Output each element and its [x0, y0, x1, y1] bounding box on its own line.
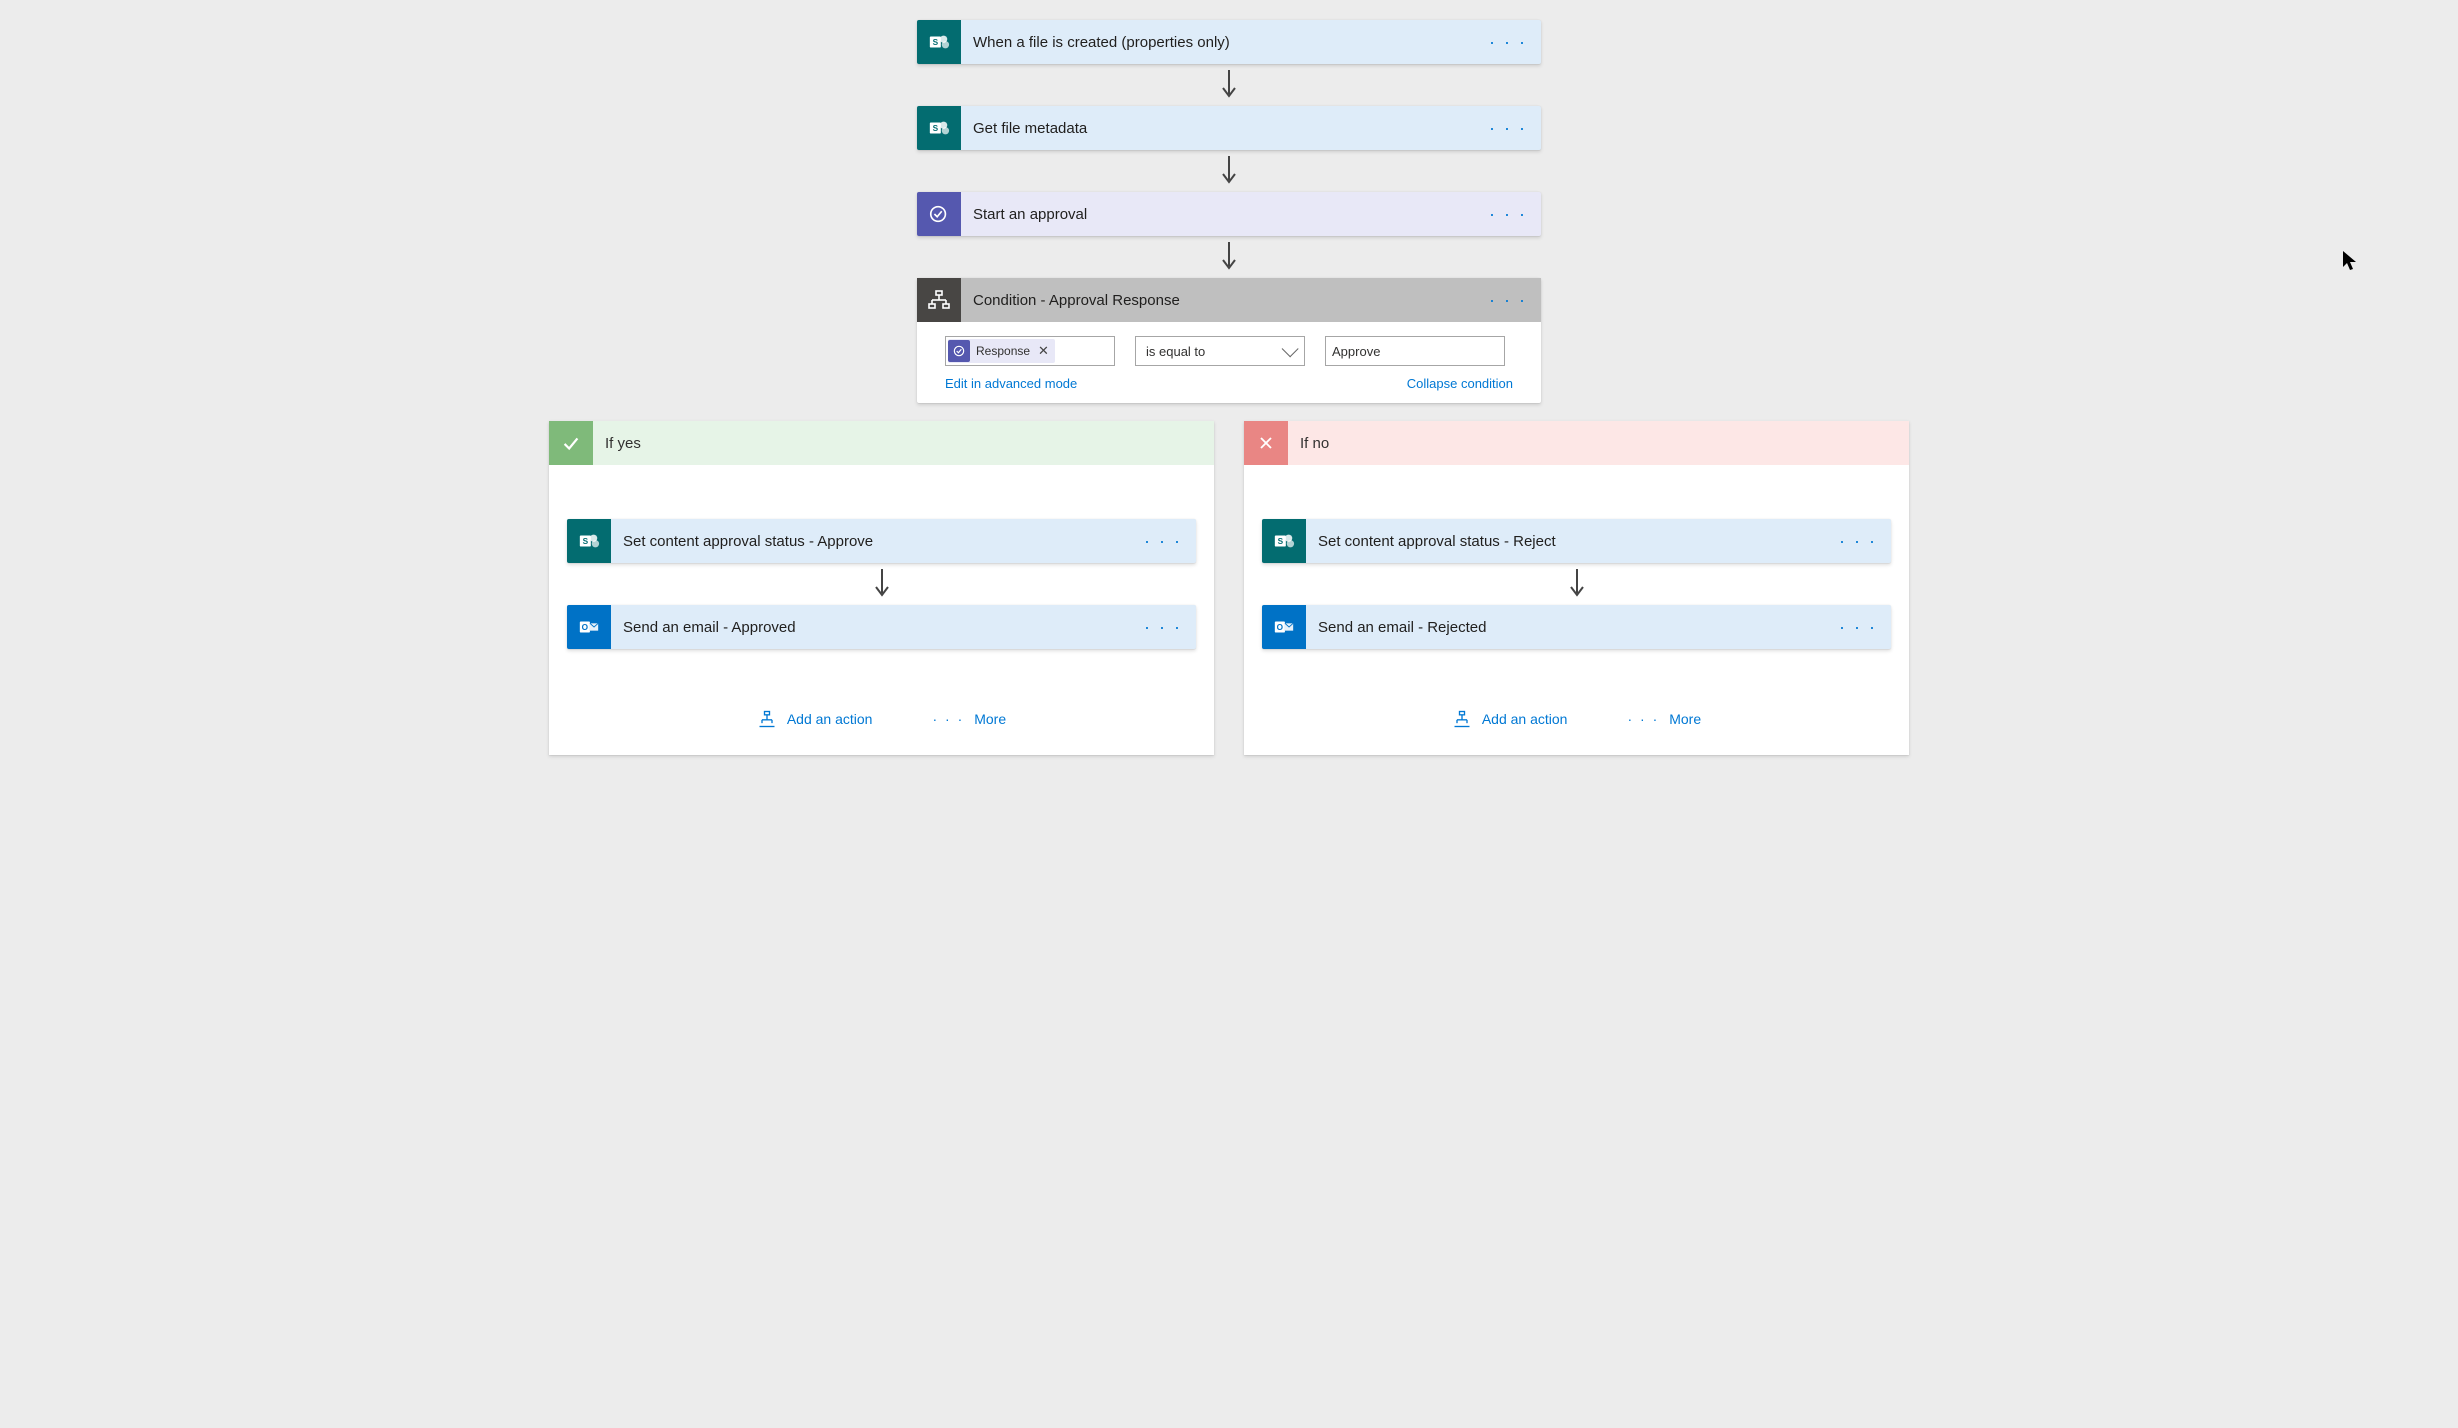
sharepoint-icon: S — [567, 519, 611, 563]
response-token[interactable]: Response ✕ — [948, 339, 1055, 363]
send-email-approved-label: Send an email - Approved — [611, 619, 1130, 636]
ellipsis-icon: · · · — [1627, 711, 1659, 727]
ellipsis-icon: · · · — [932, 711, 964, 727]
remove-token-icon[interactable]: ✕ — [1036, 343, 1049, 359]
branch-no-title: If no — [1288, 435, 1341, 452]
send-email-rejected-step[interactable]: O Send an email - Rejected · · · — [1262, 605, 1891, 649]
start-approval-step-label: Start an approval — [961, 206, 1475, 223]
get-metadata-step-label: Get file metadata — [961, 120, 1475, 137]
more-icon[interactable]: · · · — [1825, 617, 1891, 638]
more-actions-label: More — [1669, 711, 1701, 727]
set-approval-reject-step[interactable]: S Set content approval status - Reject ·… — [1262, 519, 1891, 563]
condition-step[interactable]: Condition - Approval Response · · · Resp… — [917, 278, 1541, 403]
set-approval-approve-step[interactable]: S Set content approval status - Approve … — [567, 519, 1196, 563]
branch-no: If no S Set content approval status - Re… — [1244, 421, 1909, 755]
svg-text:O: O — [1277, 623, 1284, 632]
more-icon[interactable]: · · · — [1130, 617, 1196, 638]
set-approval-reject-label: Set content approval status - Reject — [1306, 533, 1825, 550]
svg-text:O: O — [582, 623, 589, 632]
arrow-icon — [1219, 64, 1239, 106]
edit-advanced-link[interactable]: Edit in advanced mode — [945, 376, 1077, 391]
condition-value-text: Approve — [1332, 344, 1380, 359]
outlook-icon: O — [1262, 605, 1306, 649]
sharepoint-icon: S — [917, 106, 961, 150]
arrow-icon — [1219, 236, 1239, 278]
approval-icon — [917, 192, 961, 236]
condition-operator-select[interactable]: is equal to — [1135, 336, 1305, 366]
arrow-icon — [1567, 563, 1587, 605]
branch-yes-title: If yes — [593, 435, 653, 452]
flow-canvas: S When a file is created (properties onl… — [50, 20, 2408, 755]
send-email-approved-step[interactable]: O Send an email - Approved · · · — [567, 605, 1196, 649]
arrow-icon — [872, 563, 892, 605]
condition-header[interactable]: Condition - Approval Response · · · — [917, 278, 1541, 322]
branch-no-header: If no — [1244, 421, 1909, 465]
collapse-condition-link[interactable]: Collapse condition — [1407, 376, 1513, 391]
more-actions-button[interactable]: · · · More — [1627, 709, 1701, 729]
branch-yes: If yes S Set content approval status - A… — [549, 421, 1214, 755]
send-email-rejected-label: Send an email - Rejected — [1306, 619, 1825, 636]
more-icon[interactable]: · · · — [1475, 204, 1541, 225]
svg-text:S: S — [933, 38, 939, 47]
trigger-step[interactable]: S When a file is created (properties onl… — [917, 20, 1541, 64]
add-action-label: Add an action — [1482, 711, 1568, 727]
condition-left-operand[interactable]: Response ✕ — [945, 336, 1115, 366]
more-actions-button[interactable]: · · · More — [932, 709, 1006, 729]
condition-icon — [917, 278, 961, 322]
svg-text:S: S — [583, 537, 589, 546]
close-icon — [1244, 421, 1288, 465]
start-approval-step[interactable]: Start an approval · · · — [917, 192, 1541, 236]
more-icon[interactable]: · · · — [1475, 118, 1541, 139]
set-approval-approve-label: Set content approval status - Approve — [611, 533, 1130, 550]
add-action-button[interactable]: Add an action — [1452, 709, 1568, 729]
svg-text:S: S — [933, 124, 939, 133]
sharepoint-icon: S — [1262, 519, 1306, 563]
chevron-down-icon — [1282, 340, 1299, 357]
condition-body: Response ✕ is equal to Approve Edit in a… — [917, 322, 1541, 403]
more-icon[interactable]: · · · — [1825, 531, 1891, 552]
check-icon — [549, 421, 593, 465]
response-token-label: Response — [976, 344, 1030, 358]
branch-yes-header: If yes — [549, 421, 1214, 465]
condition-title: Condition - Approval Response — [961, 292, 1475, 309]
trigger-step-label: When a file is created (properties only) — [961, 34, 1475, 51]
more-actions-label: More — [974, 711, 1006, 727]
get-metadata-step[interactable]: S Get file metadata · · · — [917, 106, 1541, 150]
add-action-button[interactable]: Add an action — [757, 709, 873, 729]
more-icon[interactable]: · · · — [1475, 290, 1541, 311]
arrow-icon — [1219, 150, 1239, 192]
condition-value-input[interactable]: Approve — [1325, 336, 1505, 366]
outlook-icon: O — [567, 605, 611, 649]
more-icon[interactable]: · · · — [1130, 531, 1196, 552]
svg-text:S: S — [1278, 537, 1284, 546]
condition-branches: If yes S Set content approval status - A… — [549, 421, 1909, 755]
sharepoint-icon: S — [917, 20, 961, 64]
approval-icon — [948, 340, 970, 362]
add-action-label: Add an action — [787, 711, 873, 727]
condition-operator-label: is equal to — [1146, 344, 1205, 359]
more-icon[interactable]: · · · — [1475, 32, 1541, 53]
